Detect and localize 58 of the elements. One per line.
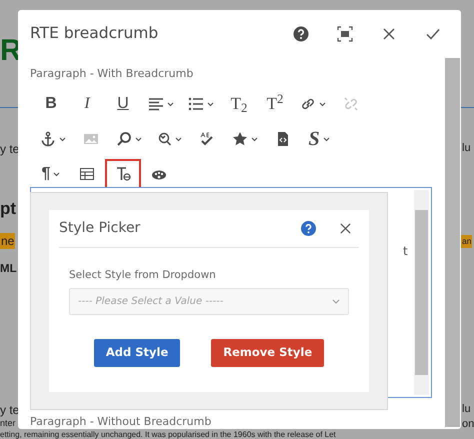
remove-style-button[interactable]: Remove Style xyxy=(211,338,324,367)
table-icon xyxy=(79,166,95,182)
section-heading: pt xyxy=(0,200,16,217)
body-text: y te xyxy=(0,404,20,416)
caret-icon xyxy=(53,172,60,176)
toolbar-button[interactable]: ¶ xyxy=(34,160,68,188)
body-text: lu xyxy=(462,143,471,154)
section-label: Paragraph - Without Breadcrumb xyxy=(30,415,212,428)
editor-text: t xyxy=(403,243,408,260)
link-icon xyxy=(300,96,316,112)
caret-icon xyxy=(167,102,174,106)
find-replace-icon xyxy=(156,131,172,147)
body-text: y te xyxy=(0,143,20,155)
tag-label: an xyxy=(461,235,472,248)
chevron-icon xyxy=(332,298,340,304)
help-icon[interactable] xyxy=(301,221,316,236)
search-icon xyxy=(116,131,132,147)
code-file-icon xyxy=(275,131,291,147)
caret-icon xyxy=(59,136,66,142)
toolbar-button[interactable] xyxy=(106,160,140,188)
broken-link-icon xyxy=(343,96,359,112)
toolbar-button[interactable]: T$^{2}$ xyxy=(258,90,292,118)
text-style-icon xyxy=(115,166,131,182)
spellcheck-icon xyxy=(199,131,215,147)
toolbar-button[interactable]: I xyxy=(70,90,104,118)
help-icon xyxy=(293,26,309,42)
caret-icon xyxy=(175,136,182,142)
editor-scrollbar[interactable] xyxy=(414,190,429,395)
caret-icon xyxy=(207,102,214,106)
toolbar-button[interactable]: B xyxy=(34,90,68,118)
caret-icon xyxy=(319,102,326,106)
style-picker-title: Style Picker xyxy=(59,219,142,238)
body-text: nter xyxy=(0,419,16,428)
list-icon xyxy=(188,96,204,112)
caret-icon xyxy=(135,136,142,142)
toolbar-button[interactable]: T$_{2}$ xyxy=(222,90,256,118)
caret-icon xyxy=(322,136,330,142)
star-icon xyxy=(232,131,248,147)
section-label: Paragraph - With Breadcrumb xyxy=(30,66,194,82)
field-label: Select Style from Dropdown xyxy=(69,268,217,283)
fullscreen-icon xyxy=(337,26,353,42)
select-placeholder: ---- Please Select a Value ----- xyxy=(78,294,224,309)
align-icon xyxy=(148,96,164,112)
scrollbar[interactable] xyxy=(445,58,460,427)
image-icon xyxy=(83,131,99,147)
anchor-icon xyxy=(40,131,56,147)
body-text: etting, remaining essentially unchanged. It was popularised in the 1960s with the release of Let xyxy=(0,431,336,439)
close-icon xyxy=(381,26,397,42)
caret-icon xyxy=(251,136,258,142)
section-heading: ML xyxy=(0,264,17,276)
dialog-title: RTE breadcrumb xyxy=(30,23,158,44)
toolbar-button[interactable]: U xyxy=(106,90,140,118)
toolbar-button[interactable]: S xyxy=(302,125,336,153)
add-style-button[interactable]: Add Style xyxy=(94,338,180,367)
body-text: lu xyxy=(462,404,471,415)
body-text: on xyxy=(462,419,474,430)
tag-label: ne xyxy=(0,233,16,249)
close-icon[interactable] xyxy=(340,223,351,234)
